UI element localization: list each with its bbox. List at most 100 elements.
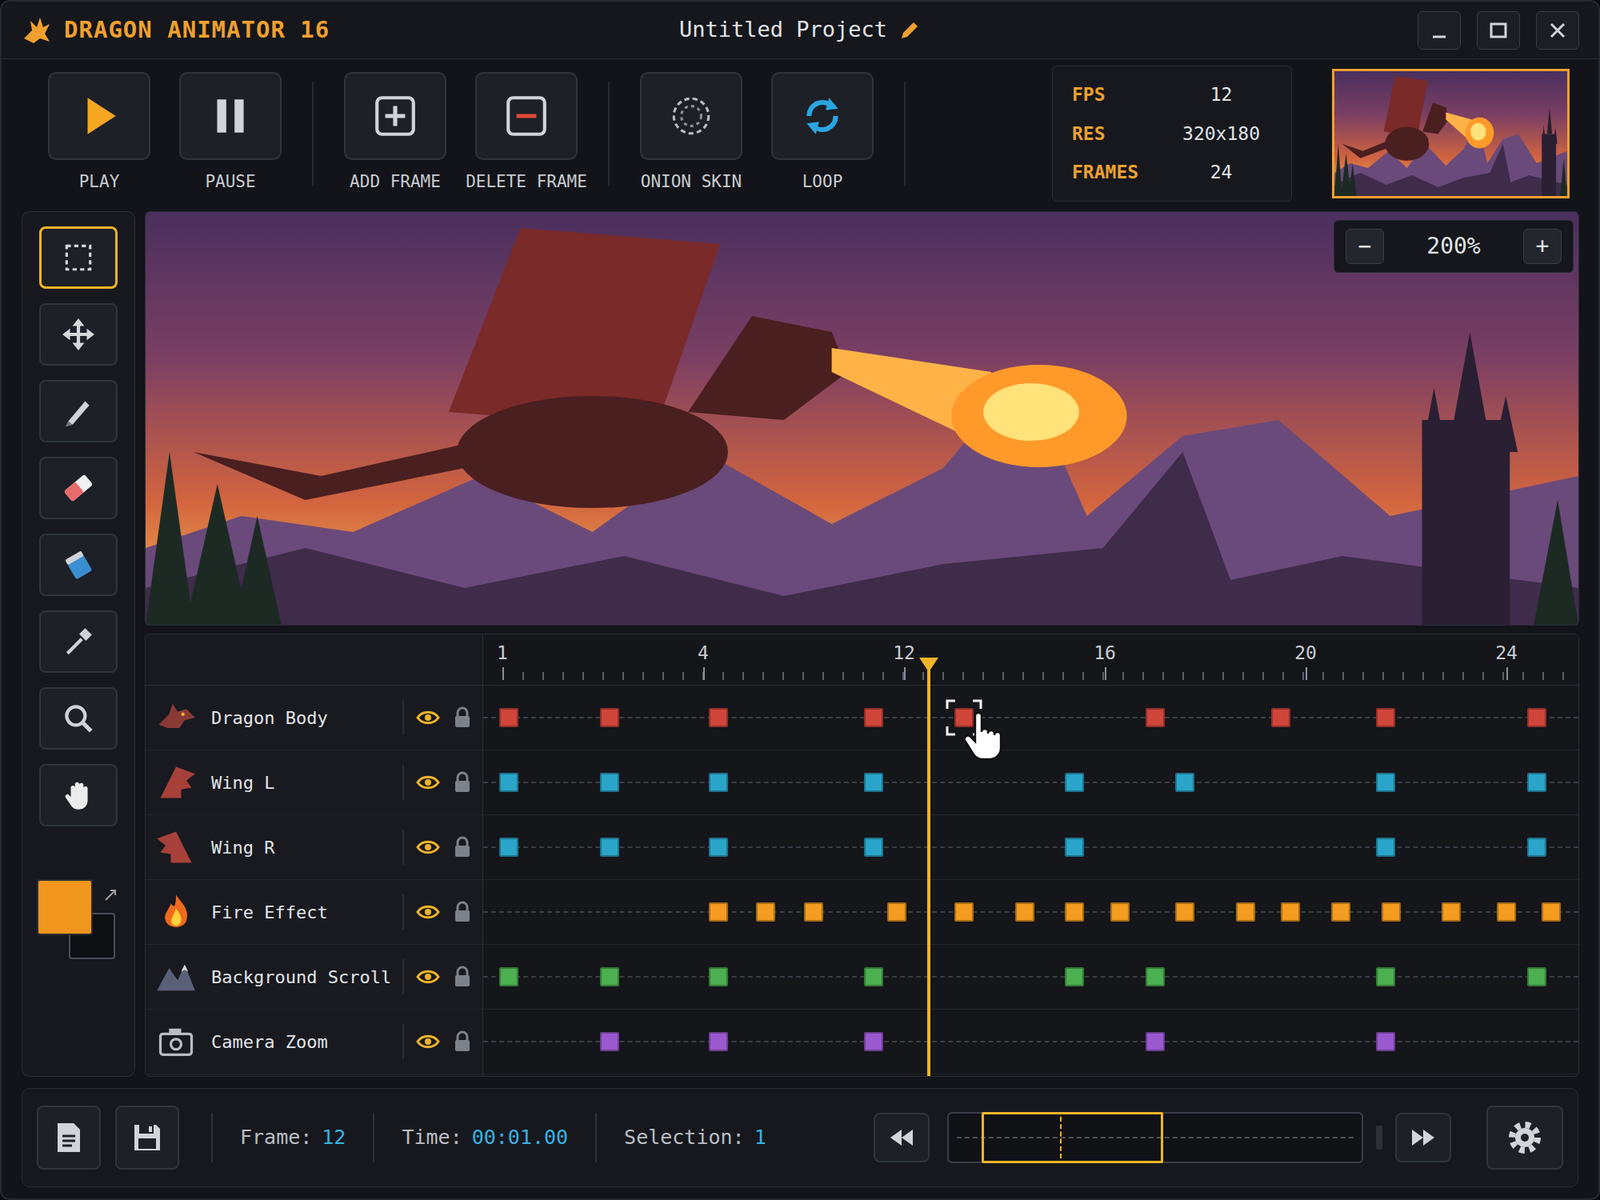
keyframe[interactable] <box>708 772 728 792</box>
project-name[interactable]: Untitled Project <box>679 13 921 47</box>
keyframe[interactable] <box>1145 1032 1165 1052</box>
previous-frame-button[interactable] <box>873 1112 930 1163</box>
keyframe[interactable] <box>1441 902 1461 922</box>
pencil-tool[interactable] <box>39 380 118 443</box>
keyframe[interactable] <box>1376 837 1396 857</box>
keyframe[interactable] <box>499 708 519 728</box>
keyframe[interactable] <box>954 708 974 728</box>
eyedropper-tool[interactable] <box>39 610 118 673</box>
keyframe[interactable] <box>1527 837 1547 857</box>
layer-track[interactable] <box>483 944 1579 1010</box>
close-button[interactable] <box>1536 11 1580 50</box>
keyframe[interactable] <box>864 772 884 792</box>
keyframe[interactable] <box>708 1032 728 1052</box>
keyframe[interactable] <box>1145 708 1165 728</box>
keyframe[interactable] <box>1175 772 1195 792</box>
keyframe[interactable] <box>1064 837 1084 857</box>
layer-track[interactable] <box>483 815 1579 880</box>
keyframe[interactable] <box>1280 902 1300 922</box>
keyframe[interactable] <box>1376 708 1396 728</box>
primary-color[interactable] <box>36 879 93 936</box>
keyframe[interactable] <box>756 902 776 922</box>
layer-row[interactable]: Fire Effect <box>145 880 483 945</box>
select-tool[interactable] <box>39 226 118 289</box>
lock-toggle[interactable] <box>453 965 472 988</box>
keyframe[interactable] <box>954 902 974 922</box>
maximize-button[interactable] <box>1476 11 1520 50</box>
canvas[interactable]: −200%+ <box>144 211 1580 626</box>
keyframe[interactable] <box>600 837 620 857</box>
layer-track[interactable] <box>483 685 1579 751</box>
keyframe[interactable] <box>864 708 884 728</box>
keyframe[interactable] <box>499 967 519 987</box>
keyframe[interactable] <box>1376 967 1396 987</box>
lock-toggle[interactable] <box>453 771 472 794</box>
keyframe[interactable] <box>1331 902 1351 922</box>
delete-button[interactable] <box>475 72 578 160</box>
keyframe[interactable] <box>600 708 620 728</box>
visibility-toggle[interactable] <box>415 838 441 856</box>
eraser-tool[interactable] <box>39 456 118 520</box>
save-button[interactable] <box>115 1105 180 1170</box>
zoom-out-button[interactable]: − <box>1345 228 1384 264</box>
visibility-toggle[interactable] <box>415 773 441 792</box>
keyframe[interactable] <box>499 837 519 857</box>
keyframe[interactable] <box>887 902 907 922</box>
lock-toggle[interactable] <box>453 900 472 924</box>
visibility-toggle[interactable] <box>415 903 441 921</box>
timeline-scrubber[interactable] <box>947 1112 1364 1164</box>
keyframe[interactable] <box>499 772 519 792</box>
lock-toggle[interactable] <box>453 1030 472 1053</box>
track-area[interactable]: 1412162024 <box>483 634 1579 1076</box>
keyframe[interactable] <box>1236 902 1256 922</box>
keyframe[interactable] <box>1015 902 1035 922</box>
keyframe[interactable] <box>1496 902 1516 922</box>
lock-toggle[interactable] <box>453 706 472 729</box>
keyframe[interactable] <box>1271 708 1291 728</box>
keyframe[interactable] <box>1064 967 1084 987</box>
pause-button[interactable] <box>179 72 282 160</box>
keyframe[interactable] <box>708 837 728 857</box>
layer-track[interactable] <box>483 880 1579 945</box>
keyframe[interactable] <box>708 967 728 987</box>
keyframe[interactable] <box>864 837 884 857</box>
minimize-button[interactable] <box>1417 11 1461 50</box>
keyframe[interactable] <box>1381 902 1401 922</box>
keyframe[interactable] <box>1376 1032 1396 1052</box>
keyframe[interactable] <box>864 967 884 987</box>
play-button[interactable] <box>48 72 151 160</box>
layer-row[interactable]: Background Scroll <box>145 944 483 1010</box>
keyframe[interactable] <box>600 1032 620 1052</box>
next-frame-button[interactable] <box>1395 1112 1452 1163</box>
scrubber-window[interactable] <box>981 1112 1164 1164</box>
keyframe[interactable] <box>1541 902 1561 922</box>
add-button[interactable] <box>344 72 447 160</box>
new-file-button[interactable] <box>36 1105 101 1170</box>
visibility-toggle[interactable] <box>415 1032 441 1051</box>
keyframe[interactable] <box>1376 772 1396 792</box>
layer-row[interactable]: Wing L <box>145 750 483 816</box>
layer-track[interactable] <box>483 750 1579 816</box>
zoom-tool[interactable] <box>39 687 118 750</box>
keyframe[interactable] <box>1527 772 1547 792</box>
playhead[interactable] <box>927 666 931 1076</box>
hand-tool[interactable] <box>39 764 118 827</box>
move-tool[interactable] <box>39 303 118 366</box>
keyframe[interactable] <box>864 1032 884 1052</box>
visibility-toggle[interactable] <box>415 968 441 986</box>
keyframe[interactable] <box>1064 772 1084 792</box>
onion-button[interactable] <box>640 72 743 160</box>
keyframe[interactable] <box>600 772 620 792</box>
zoom-in-button[interactable]: + <box>1523 228 1562 264</box>
fill-tool[interactable] <box>39 533 118 596</box>
preview-thumbnail[interactable] <box>1332 68 1570 199</box>
keyframe[interactable] <box>1527 967 1547 987</box>
keyframe[interactable] <box>708 708 728 728</box>
visibility-toggle[interactable] <box>415 708 441 727</box>
loop-button[interactable] <box>771 72 874 160</box>
layer-row[interactable]: Dragon Body <box>145 685 483 751</box>
keyframe[interactable] <box>804 902 824 922</box>
layer-row[interactable]: Camera Zoom <box>145 1009 483 1075</box>
keyframe[interactable] <box>600 967 620 987</box>
settings-button[interactable] <box>1486 1105 1564 1170</box>
